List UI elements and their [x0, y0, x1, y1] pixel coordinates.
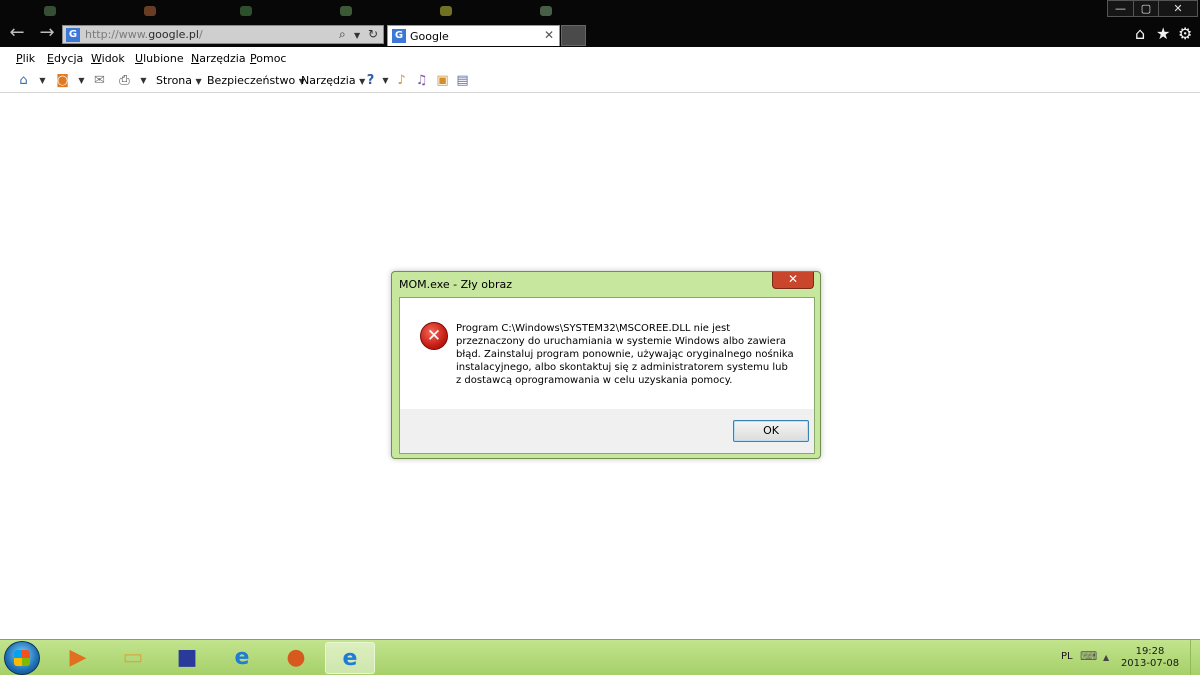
address-bar[interactable]: G http://www.google.pl/ ⌕ ▼ ↻ [62, 25, 384, 44]
thumbnail-icon [340, 6, 352, 16]
page-menu[interactable]: Strona ▼ [156, 74, 202, 87]
dialog-content: ✕ Program C:\Windows\SYSTEM32\MSCOREE.DL… [400, 298, 814, 409]
dialog-close-button[interactable]: ✕ [772, 272, 814, 289]
firefox-icon[interactable]: ● [271, 642, 321, 674]
rss-feed-icon[interactable]: ◙ [55, 73, 70, 88]
ok-button[interactable]: OK [733, 420, 809, 442]
clock-date: 2013-07-08 [1120, 658, 1180, 669]
tab-title: Google [410, 30, 449, 43]
dialog-body: ✕ Program C:\Windows\SYSTEM32\MSCOREE.DL… [399, 297, 815, 454]
refresh-icon[interactable]: ↻ [368, 27, 378, 41]
menu-item-edit[interactable]: Edycja [47, 52, 83, 65]
help-icon[interactable]: ? [363, 73, 378, 88]
tools-gear-icon[interactable]: ⚙ [1178, 24, 1192, 43]
address-url: http://www.google.pl/ [85, 28, 203, 41]
dialog-title: MOM.exe - Zły obraz [399, 278, 513, 291]
window-close-button[interactable]: ✕ [1158, 0, 1198, 17]
forward-arrow-icon[interactable]: → [36, 23, 58, 43]
thumbnail-icon [44, 6, 56, 16]
thumbnail-icon [440, 6, 452, 16]
thumbnail-icon [240, 6, 252, 16]
print-icon[interactable]: ⎙ [117, 73, 132, 88]
window-thumbnails [0, 0, 700, 22]
floppy-disk-icon[interactable]: ■ [162, 642, 212, 674]
tools-menu[interactable]: Narzędzia ▼ [301, 74, 365, 87]
taskbar: ▶ ▭ ■ e ● e PL ⌨ ▲ 19:28 2013-07-08 [0, 639, 1200, 675]
thumbnail-icon [540, 6, 552, 16]
addon-icon[interactable]: ▤ [455, 73, 470, 88]
minimize-button[interactable]: — [1107, 0, 1134, 17]
keyboard-icon[interactable]: ⌨ [1080, 649, 1097, 663]
menu-item-help[interactable]: Pomoc [250, 52, 286, 65]
menu-item-tools[interactable]: Narzędzia [191, 52, 246, 65]
clock[interactable]: 19:28 2013-07-08 [1118, 646, 1182, 670]
search-icon[interactable]: ⌕ [339, 27, 346, 42]
internet-explorer-icon[interactable]: e [217, 642, 267, 674]
windows-logo-icon [14, 650, 30, 666]
back-arrow-icon[interactable]: ← [6, 23, 28, 43]
new-tab-button[interactable] [561, 25, 586, 46]
show-desktop-button[interactable] [1190, 640, 1200, 675]
error-message: Program C:\Windows\SYSTEM32\MSCOREE.DLL … [456, 323, 794, 386]
internet-explorer-active-icon[interactable]: e [325, 642, 375, 674]
mail-icon[interactable]: ✉ [92, 73, 107, 88]
browser-titlebar: ← → G http://www.google.pl/ ⌕ ▼ ↻ G Goog… [0, 0, 1200, 47]
research-icon[interactable]: ♪ [394, 73, 409, 88]
chevron-down-icon[interactable]: ▼ [74, 73, 89, 88]
google-favicon-icon: G [392, 29, 406, 43]
thumbnail-icon [144, 6, 156, 16]
explorer-folder-icon[interactable]: ▭ [108, 642, 158, 674]
error-dialog: MOM.exe - Zły obraz ✕ ✕ Program C:\Windo… [391, 271, 821, 459]
chevron-down-icon[interactable]: ▼ [136, 73, 151, 88]
home-icon[interactable]: ⌂ [16, 73, 31, 88]
chevron-down-icon[interactable]: ▼ [35, 73, 50, 88]
menu-item-view[interactable]: Widok [91, 52, 125, 65]
menu-item-file[interactable]: Plik [16, 52, 35, 65]
addon-icon[interactable]: ▣ [435, 73, 450, 88]
home-icon[interactable]: ⌂ [1135, 24, 1145, 43]
media-player-icon[interactable]: ▶ [53, 642, 103, 674]
tray-arrow-icon[interactable]: ▲ [1103, 653, 1109, 662]
google-favicon-icon: G [66, 28, 80, 42]
menu-bar: Plik Edycja Widok Ulubione Narzędzia Pom… [0, 47, 1200, 69]
error-icon: ✕ [420, 322, 448, 350]
language-indicator[interactable]: PL [1061, 651, 1073, 662]
tab-close-icon[interactable]: ✕ [544, 28, 554, 42]
command-bar: ⌂ ▼ ◙ ▼ ✉ ⎙ ▼ Strona ▼ Bezpieczeństwo ▼ … [0, 69, 1200, 93]
tab-google[interactable]: G Google ✕ [387, 25, 560, 46]
address-dropdown-icon[interactable]: ▼ [354, 31, 360, 40]
menu-item-favorites[interactable]: Ulubione [135, 52, 184, 65]
clock-time: 19:28 [1135, 646, 1165, 657]
safety-menu[interactable]: Bezpieczeństwo ▼ [207, 74, 305, 87]
chevron-down-icon[interactable]: ▼ [378, 73, 393, 88]
start-button[interactable] [4, 641, 40, 675]
favorites-star-icon[interactable]: ★ [1156, 24, 1170, 43]
maximize-button[interactable]: ▢ [1133, 0, 1159, 17]
tool-icon[interactable]: ♫ [414, 73, 429, 88]
